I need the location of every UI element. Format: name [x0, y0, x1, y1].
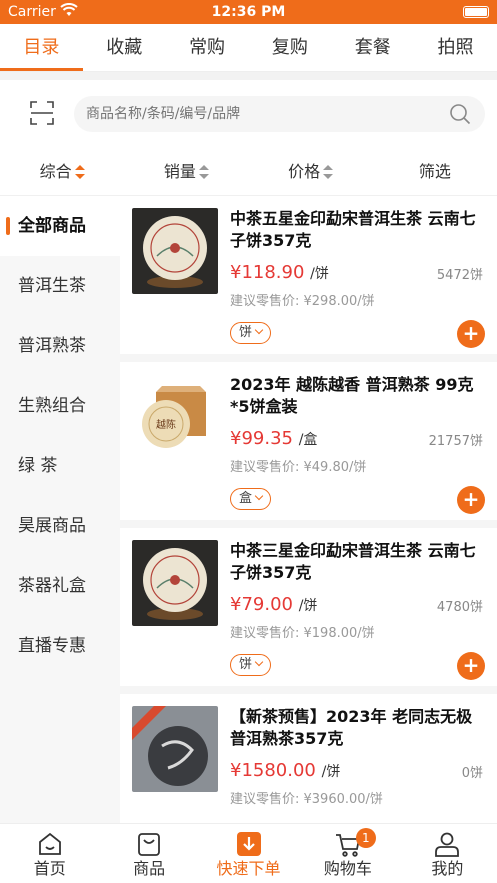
tabbar-products[interactable]: 商品: [99, 824, 198, 883]
product-name: 【新茶预售】2023年 老同志无极普洱熟茶357克: [230, 707, 473, 748]
tab-packages[interactable]: 套餐: [331, 24, 414, 71]
unit-selector-label: 饼: [239, 657, 253, 672]
tab-favorites[interactable]: 收藏: [83, 24, 166, 71]
product-list: 中茶五星金印勐宋普洱生茶 云南七子饼357克 ¥118.90 /饼 5472饼 …: [120, 196, 497, 823]
retail-price: 建议零售价: ¥3960.00/饼: [230, 792, 383, 807]
search-box[interactable]: [74, 96, 485, 132]
battery-icon: [463, 6, 489, 18]
sidebar-item-combo[interactable]: 生熟组合: [0, 376, 120, 436]
tab-frequent[interactable]: 常购: [166, 24, 249, 71]
sort-sales-label: 销量: [163, 162, 196, 181]
search-row: [0, 80, 497, 148]
price-unit: /饼: [310, 266, 329, 282]
product-price: ¥118.90 /饼: [230, 262, 329, 283]
product-sales: 0饼: [461, 766, 483, 781]
product-price: ¥1580.00 /饼: [230, 760, 340, 781]
product-sales: 5472饼: [436, 268, 483, 283]
svg-text:越陈: 越陈: [156, 418, 176, 431]
section-divider: [0, 72, 497, 80]
retail-price: 建议零售价: ¥49.80/饼: [230, 460, 367, 475]
tab-catalog[interactable]: 目录: [0, 24, 83, 71]
add-to-cart-button[interactable]: +: [457, 652, 485, 680]
bottom-tabbar: 首页 商品 快速下单 1 购物车 我的: [0, 823, 497, 883]
product-card[interactable]: 中茶三星金印勐宋普洱生茶 云南七子饼357克 ¥79.00 /饼 4780饼 建…: [120, 528, 497, 694]
product-image[interactable]: [132, 540, 218, 626]
add-to-cart-button[interactable]: +: [457, 486, 485, 514]
price-value: ¥99.35: [230, 428, 293, 449]
scan-icon[interactable]: [29, 100, 55, 126]
price-unit: /饼: [298, 598, 318, 614]
sort-sales[interactable]: 销量: [124, 148, 248, 195]
sort-price[interactable]: 价格: [249, 148, 373, 195]
search-input[interactable]: [74, 96, 414, 132]
category-sidebar: 全部商品 普洱生茶 普洱熟茶 生熟组合 绿 茶 昊展商品 茶器礼盒 直播专惠: [0, 196, 120, 823]
tabbar-profile-label: 我的: [431, 859, 464, 878]
tabbar-quick-order[interactable]: 快速下单: [199, 824, 298, 883]
product-card[interactable]: 中茶五星金印勐宋普洱生茶 云南七子饼357克 ¥118.90 /饼 5472饼 …: [120, 196, 497, 362]
unit-selector-label: 饼: [239, 325, 253, 340]
chevron-down-icon: [254, 491, 264, 501]
tabbar-cart-label: 购物车: [323, 859, 372, 878]
sort-arrows-icon: [198, 165, 209, 179]
product-image[interactable]: [132, 208, 218, 294]
tab-photo[interactable]: 拍照: [414, 24, 497, 71]
tabbar-home-label: 首页: [33, 859, 66, 878]
unit-selector[interactable]: 盒: [230, 488, 272, 510]
price-unit: /盒: [298, 432, 318, 448]
download-icon: [236, 832, 261, 856]
price-value: ¥1580.00: [230, 760, 316, 781]
chevron-down-icon: [254, 325, 264, 335]
sidebar-item-raw-puer[interactable]: 普洱生茶: [0, 256, 120, 316]
product-name: 中茶五星金印勐宋普洱生茶 云南七子饼357克: [230, 209, 476, 250]
sort-bar: 综合 销量 价格 筛选: [0, 148, 497, 196]
price-value: ¥79.00: [230, 594, 293, 615]
product-name: 2023年 越陈越香 普洱熟茶 99克*5饼盒装: [230, 375, 474, 416]
sidebar-item-ripe-puer[interactable]: 普洱熟茶: [0, 316, 120, 376]
sort-price-label: 价格: [288, 162, 321, 181]
unit-selector[interactable]: 饼: [230, 322, 272, 344]
product-sales: 4780饼: [436, 600, 483, 615]
unit-selector[interactable]: 饼: [230, 654, 272, 676]
chevron-down-icon: [254, 657, 264, 667]
tab-repurchase[interactable]: 复购: [248, 24, 331, 71]
product-price: ¥79.00 /饼: [230, 594, 317, 615]
product-name: 中茶三星金印勐宋普洱生茶 云南七子饼357克: [230, 541, 476, 582]
retail-price: 建议零售价: ¥198.00/饼: [230, 626, 375, 641]
user-icon: [435, 832, 460, 857]
tabbar-home[interactable]: 首页: [0, 824, 99, 883]
sort-arrows-icon: [74, 165, 85, 179]
filter-button[interactable]: 筛选: [373, 148, 497, 195]
tabbar-profile[interactable]: 我的: [398, 824, 497, 883]
tabbar-products-label: 商品: [133, 859, 166, 878]
tabbar-cart[interactable]: 1 购物车: [298, 824, 397, 883]
price-unit: /饼: [321, 764, 341, 780]
unit-selector-label: 盒: [239, 491, 253, 506]
sidebar-item-live[interactable]: 直播专惠: [0, 616, 120, 676]
product-image[interactable]: 越陈: [132, 374, 218, 460]
tabbar-quick-order-label: 快速下单: [216, 859, 281, 878]
sort-overall[interactable]: 综合: [0, 148, 124, 195]
status-time: 12:36 PM: [211, 4, 286, 20]
sidebar-item-all[interactable]: 全部商品: [0, 196, 120, 256]
sort-overall-label: 综合: [39, 162, 72, 181]
product-image[interactable]: [132, 706, 218, 792]
add-to-cart-button[interactable]: +: [457, 320, 485, 348]
shopping-bag-icon: [138, 833, 161, 856]
retail-price: 建议零售价: ¥298.00/饼: [230, 294, 375, 309]
status-bar: Carrier 12:36 PM: [0, 0, 497, 24]
product-card[interactable]: 【新茶预售】2023年 老同志无极普洱熟茶357克 ¥1580.00 /饼 0饼…: [120, 694, 497, 823]
product-price: ¥99.35 /盒: [230, 428, 317, 449]
sidebar-item-green-tea[interactable]: 绿 茶: [0, 436, 120, 496]
cart-badge: 1: [355, 828, 376, 848]
category-tabs: 目录 收藏 常购 复购 套餐 拍照: [0, 24, 497, 72]
product-card[interactable]: 越陈 2023年 越陈越香 普洱熟茶 99克*5饼盒装 ¥99.35 /盒 21…: [120, 362, 497, 528]
sidebar-item-teaware[interactable]: 茶器礼盒: [0, 556, 120, 616]
sort-arrows-icon: [323, 165, 334, 179]
price-value: ¥118.90: [230, 262, 305, 283]
home-icon: [38, 832, 61, 855]
search-icon[interactable]: [449, 103, 471, 125]
sidebar-item-haozhan[interactable]: 昊展商品: [0, 496, 120, 556]
product-sales: 21757饼: [428, 434, 483, 449]
